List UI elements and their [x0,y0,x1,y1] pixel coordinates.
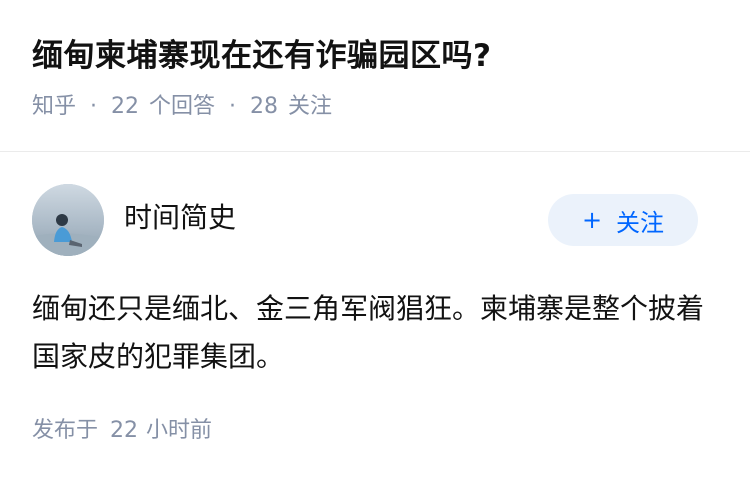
meta-separator: · [90,94,98,119]
source-label[interactable]: 知乎 [32,92,76,122]
follower-count-label: 关注 [288,94,333,119]
publish-number: 22 [110,418,139,443]
author-name[interactable]: 时间简史 [124,196,236,236]
answer-count: 22 [111,94,140,119]
publish-prefix: 发布于 [32,418,99,443]
answer-count-label: 个回答 [149,94,216,119]
avatar-person-icon[interactable] [32,184,104,256]
question-header: 缅甸柬埔寨现在还有诈骗园区吗? 知乎 · 22 个回答 · 28 关注 [32,34,718,122]
follow-button[interactable]: + 关注 [548,194,698,246]
meta-separator: · [229,94,237,119]
plus-icon: + [581,206,603,234]
answer-page: 缅甸柬埔寨现在还有诈骗园区吗? 知乎 · 22 个回答 · 28 关注 时间简史… [0,0,750,482]
question-title[interactable]: 缅甸柬埔寨现在还有诈骗园区吗? [32,34,718,78]
publish-unit: 小时前 [146,418,213,443]
answer-content[interactable]: 缅甸还只是缅北、金三角军阀猖狂。柬埔寨是整个披着国家皮的犯罪集团。 [32,285,722,381]
answer-footer: 发布于 22 小时前 [32,416,212,446]
follower-count: 28 [250,94,279,119]
author-row: 时间简史 + 关注 [32,184,698,256]
question-meta: 知乎 · 22 个回答 · 28 关注 [32,92,718,122]
follow-button-label: 关注 [616,208,665,237]
divider [0,151,750,152]
